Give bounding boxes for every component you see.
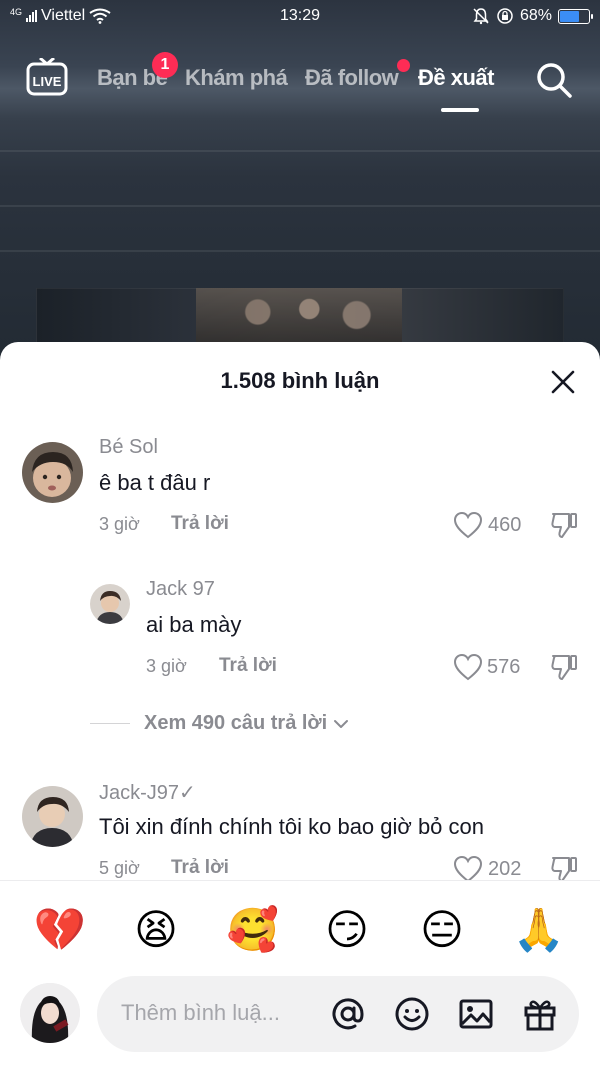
wave-line <box>0 250 600 252</box>
wifi-icon <box>89 8 111 24</box>
battery-icon <box>558 8 593 24</box>
wave-line <box>0 205 600 207</box>
avatar[interactable] <box>22 442 83 503</box>
comment-time: 3 giờ <box>146 656 187 676</box>
status-left: 4G Viettel <box>10 7 210 25</box>
carrier-name: Viettel <box>41 7 86 24</box>
gift-icon[interactable] <box>522 996 558 1032</box>
network-type: 4G <box>10 6 23 17</box>
like-count: 576 <box>487 656 521 678</box>
following-notification-dot <box>397 59 410 72</box>
comment-time: 5 giờ <box>99 858 140 878</box>
friends-badge: 1 <box>152 52 178 78</box>
reply-button[interactable]: Trả lời <box>171 513 229 535</box>
comment-username[interactable]: Jack 97 <box>146 578 215 601</box>
view-more-replies[interactable]: Xem 490 câu trả lời <box>90 712 349 735</box>
comment-time: 3 giờ <box>99 514 140 534</box>
chevron-down-icon <box>334 719 349 728</box>
active-tab-indicator <box>441 108 479 112</box>
quick-emoji-row: 💔 😫 🥰 😏 😑 🙏 <box>0 903 600 957</box>
comment-username[interactable]: Bé Sol <box>99 436 158 459</box>
divider-line <box>90 723 130 724</box>
smirk-emoji-button[interactable]: 😏 <box>320 903 374 957</box>
heart-icon[interactable] <box>453 511 483 539</box>
battery-percent: 68% <box>519 7 552 24</box>
video-people-image <box>196 288 402 348</box>
like-count: 460 <box>488 514 522 536</box>
tab-for-you[interactable]: Đề xuất <box>418 65 494 91</box>
view-replies-label[interactable]: Xem 490 câu trả lời <box>144 712 327 735</box>
battery-fill <box>560 10 580 22</box>
dislike-icon[interactable] <box>549 652 579 682</box>
heart-icon[interactable] <box>453 653 483 681</box>
avatar[interactable] <box>90 584 130 624</box>
heart-icon[interactable] <box>453 855 483 883</box>
search-icon[interactable] <box>534 60 574 100</box>
folded-hands-emoji-button[interactable]: 🙏 <box>512 903 566 957</box>
dislike-icon[interactable] <box>549 510 579 540</box>
tab-following[interactable]: Đã follow <box>305 65 399 91</box>
avatar[interactable] <box>22 786 83 847</box>
rotation-lock-icon <box>497 8 513 24</box>
status-right: 68% <box>472 7 593 25</box>
close-icon[interactable] <box>550 369 576 395</box>
tab-explore[interactable]: Khám phá <box>185 65 288 91</box>
broken-heart-emoji-button[interactable]: 💔 <box>33 903 87 957</box>
current-user-avatar[interactable] <box>20 983 80 1043</box>
mute-icon <box>473 8 489 25</box>
comment-text: ê ba t đâu r <box>99 470 211 495</box>
comments-count-title: 1.508 bình luận <box>220 368 380 393</box>
live-label: LIVE <box>33 74 62 89</box>
comment-username[interactable]: Jack-J97✓ <box>99 780 196 805</box>
top-navigation: LIVE Bạn bè 1 Khám phá Đã follow Đề xuất <box>0 52 600 112</box>
image-icon[interactable] <box>458 996 494 1032</box>
expressionless-emoji-button[interactable]: 😑 <box>415 903 469 957</box>
like-count: 202 <box>488 858 522 880</box>
comment-text: Tôi xin đính chính tôi ko bao giờ bỏ con <box>99 814 484 839</box>
reply-button[interactable]: Trả lời <box>171 857 229 879</box>
comment-input-bar: 💔 😫 🥰 😏 😑 🙏 Thêm bình luậ... <box>0 880 600 1067</box>
mention-icon[interactable] <box>330 996 366 1032</box>
comment-input-placeholder: Thêm bình luậ... <box>121 1000 280 1025</box>
signal-icon <box>26 10 38 22</box>
horizon-line <box>0 150 600 152</box>
live-tv-icon[interactable]: LIVE <box>26 58 68 98</box>
comment-text: ai ba mày <box>146 612 242 637</box>
smiling-hearts-emoji-button[interactable]: 🥰 <box>226 903 280 957</box>
tired-face-emoji-button[interactable]: 😫 <box>129 903 183 957</box>
emoji-icon[interactable] <box>394 996 430 1032</box>
reply-button[interactable]: Trả lời <box>219 655 277 677</box>
comment-input-field[interactable]: Thêm bình luậ... <box>97 976 579 1052</box>
status-bar: 4G Viettel 13:29 68% <box>0 0 600 32</box>
